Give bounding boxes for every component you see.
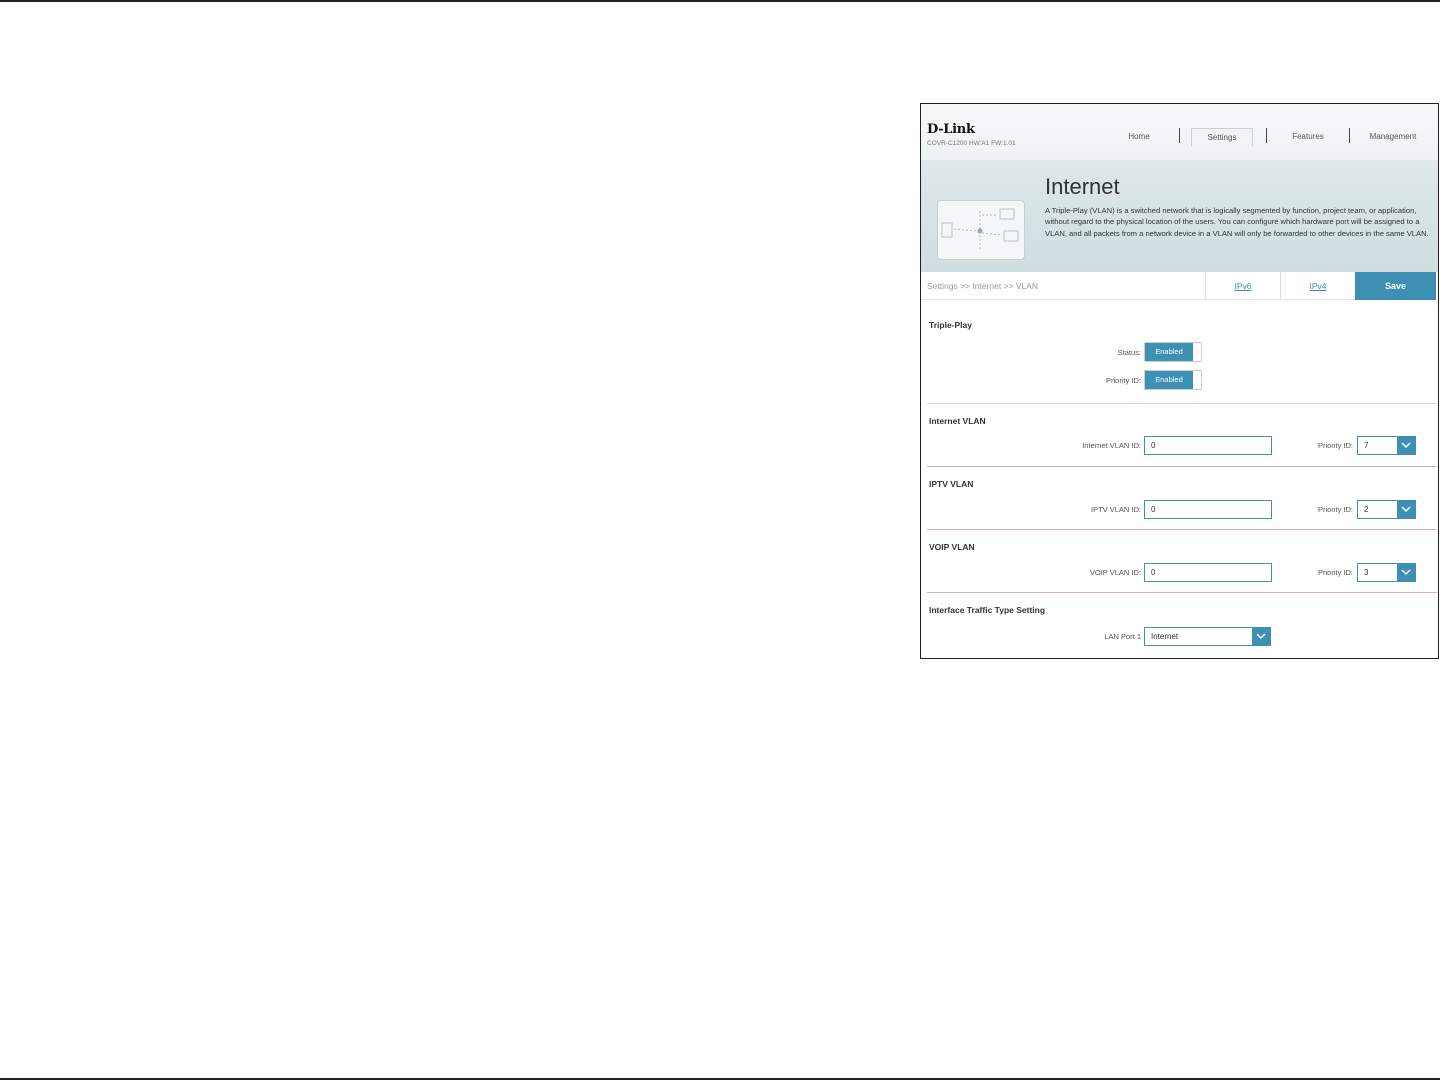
internet-vlan-id-label: Internet VLAN ID: (1082, 441, 1141, 450)
model-info: COVR-C1200 HW:A1 FW:1.01 (927, 140, 1016, 147)
priority-id-toggle[interactable]: Enabled (1144, 370, 1202, 390)
lan-port-1-value: Internet (1151, 632, 1179, 641)
nav-separator (1179, 128, 1180, 143)
chevron-down-icon (1252, 628, 1270, 645)
iptv-priority-id-value: 2 (1364, 505, 1369, 514)
chevron-down-icon (1397, 501, 1415, 518)
section-divider (927, 403, 1437, 404)
save-button[interactable]: Save (1355, 272, 1436, 300)
status-toggle-state: Enabled (1145, 343, 1193, 361)
voip-priority-id-select[interactable]: 3 (1357, 563, 1416, 582)
internet-priority-id-select[interactable]: 7 (1357, 436, 1416, 455)
internet-priority-id-label: Priority ID: (1317, 441, 1353, 450)
voip-priority-id-label: Priority ID: (1317, 568, 1353, 577)
iptv-vlan-id-input[interactable]: 0 (1144, 500, 1272, 519)
voip-priority-id-value: 3 (1364, 568, 1369, 577)
section-divider (927, 592, 1437, 593)
section-title-iptv-vlan: IPTV VLAN (929, 479, 974, 489)
internet-priority-id-value: 7 (1364, 441, 1369, 450)
section-title-internet-vlan: Internet VLAN (929, 416, 986, 426)
nav-settings[interactable]: Settings (1191, 128, 1253, 146)
top-nav-bar: D-Link COVR-C1200 HW:A1 FW:1.01 Home Set… (921, 104, 1438, 160)
section-title-triple-play: Triple-Play (929, 320, 972, 330)
tab-ipv6[interactable]: IPv6 (1205, 272, 1280, 300)
status-toggle[interactable]: Enabled (1144, 342, 1202, 362)
nav-separator (1349, 128, 1350, 143)
section-divider (927, 529, 1437, 530)
vlan-illustration-icon (937, 200, 1025, 260)
chevron-down-icon (1397, 437, 1415, 454)
internet-vlan-id-input[interactable]: 0 (1144, 436, 1272, 455)
nav-management[interactable]: Management (1361, 128, 1425, 146)
router-ui-screenshot: D-Link COVR-C1200 HW:A1 FW:1.01 Home Set… (920, 103, 1439, 659)
tab-ipv4[interactable]: IPv4 (1280, 272, 1355, 300)
breadcrumb-bar: Settings >> Internet >> VLAN IPv6 IPv4 S… (921, 272, 1438, 300)
iptv-priority-id-label: Priority ID: (1317, 505, 1353, 514)
section-title-interface-traffic: Interface Traffic Type Setting (929, 605, 1046, 615)
section-divider (927, 466, 1437, 467)
iptv-priority-id-select[interactable]: 2 (1357, 500, 1416, 519)
lan-port-1-label: LAN Port 1 (1104, 632, 1141, 641)
page-description: A Triple-Play (VLAN) is a switched netwo… (1045, 206, 1429, 238)
priority-id-toggle-state: Enabled (1145, 371, 1193, 389)
page-banner: Internet A Triple-Play (VLAN) is a switc… (921, 160, 1438, 272)
section-title-voip-vlan: VOIP VLAN (929, 542, 975, 552)
lan-port-1-select[interactable]: Internet (1144, 627, 1271, 646)
nav-separator (1266, 128, 1267, 143)
voip-vlan-id-label: VOIP VLAN ID: (1089, 568, 1141, 577)
priority-id-label: Priority ID: (1105, 376, 1141, 385)
page-bottom-rule (0, 1078, 1440, 1080)
iptv-vlan-id-label: IPTV VLAN ID: (1090, 505, 1141, 514)
breadcrumb: Settings >> Internet >> VLAN (927, 281, 1039, 291)
voip-vlan-id-input[interactable]: 0 (1144, 563, 1272, 582)
page-top-rule (0, 0, 1440, 2)
status-label: Status: (1117, 348, 1141, 357)
nav-home[interactable]: Home (1117, 128, 1161, 146)
chevron-down-icon (1397, 564, 1415, 581)
dlink-logo: D-Link (927, 122, 975, 137)
page-title: Internet (1045, 174, 1120, 199)
nav-features[interactable]: Features (1281, 128, 1335, 146)
